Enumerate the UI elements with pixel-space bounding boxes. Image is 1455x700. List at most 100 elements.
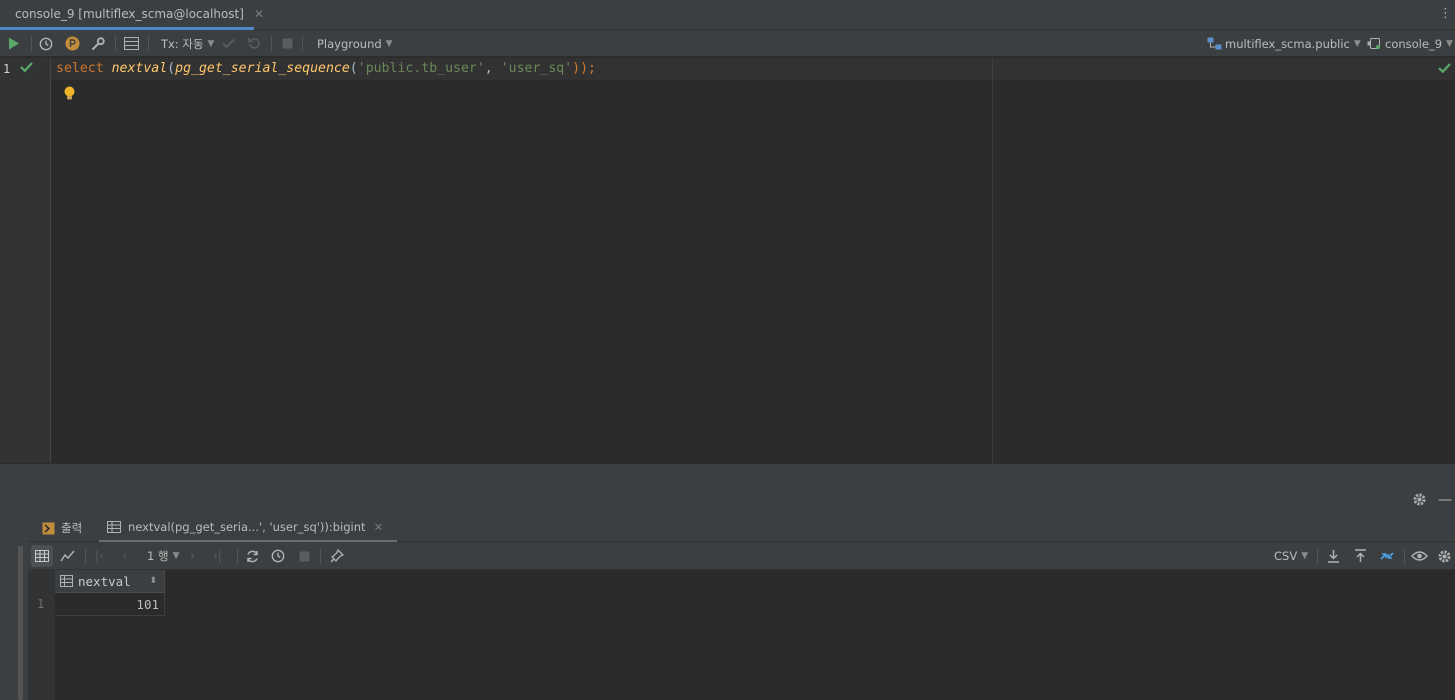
run-icon [9, 37, 19, 50]
compare-icon [1380, 552, 1394, 560]
prev-page-icon[interactable]: ‹ [122, 542, 127, 570]
query-history-button[interactable] [271, 542, 286, 570]
toolbar-divider [115, 36, 116, 51]
playground-label: Playground [317, 36, 382, 51]
run-button[interactable] [8, 30, 20, 57]
explain-plan-button[interactable] [65, 30, 80, 57]
schema-label: multiflex_scma.public [1225, 36, 1350, 51]
next-page-icon[interactable]: › [190, 542, 195, 570]
table-cell[interactable]: 101 [55, 593, 165, 616]
stop-button[interactable] [282, 30, 293, 57]
last-page-icon[interactable]: ›| [213, 542, 222, 570]
commit-check-icon [222, 38, 235, 49]
code-close: )); [572, 61, 596, 76]
more-vertical-icon[interactable]: ⋮ [1439, 6, 1452, 21]
row-count-dropdown[interactable]: 1 행 ▼ [147, 542, 179, 570]
history-button[interactable] [39, 30, 53, 57]
refresh-icon [247, 550, 258, 562]
output-tab[interactable]: 출력 [42, 514, 82, 542]
row-number: 1 [37, 597, 45, 611]
column-header-label: nextval [78, 573, 131, 589]
minimize-icon[interactable]: — [1438, 492, 1452, 508]
import-button[interactable] [1354, 542, 1367, 570]
cancel-query-button[interactable] [299, 542, 310, 570]
gear-icon[interactable] [1412, 492, 1427, 507]
compare-button[interactable] [1379, 542, 1395, 570]
close-icon[interactable]: ✕ [374, 520, 384, 534]
pin-icon [330, 549, 344, 563]
toolbar-divider [237, 549, 238, 564]
wrench-icon [92, 36, 105, 50]
console-tab[interactable]: console_9 [multiflex_scma@localhost] ✕ [0, 0, 264, 30]
right-margin-guide [992, 58, 993, 464]
download-icon [1328, 550, 1339, 563]
toolbar-divider [31, 36, 32, 51]
export-button[interactable] [1327, 542, 1340, 570]
history-icon [39, 37, 53, 50]
playground-dropdown[interactable]: Playground ▼ [317, 30, 393, 57]
current-line-highlight [993, 58, 1455, 80]
sql-keyword: select [56, 61, 104, 76]
chevron-down-icon: ▼ [1446, 38, 1453, 49]
rollback-icon [248, 38, 260, 49]
export-format-dropdown[interactable]: CSV ▼ [1274, 542, 1308, 570]
chevron-down-icon: ▼ [385, 38, 393, 49]
close-icon[interactable]: ✕ [254, 7, 264, 21]
result-tab[interactable]: nextval(pg_get_seria...', 'user_sq')):bi… [99, 514, 398, 542]
upload-icon [1355, 549, 1366, 562]
grid-settings-button[interactable] [1437, 542, 1452, 570]
view-options-button[interactable] [1411, 542, 1428, 570]
toolbar-divider [302, 36, 303, 51]
output-icon [42, 522, 55, 534]
chevron-down-icon: ▼ [1301, 551, 1309, 561]
code-comma: , [484, 61, 501, 76]
export-format-label: CSV [1274, 549, 1298, 563]
stop-icon [282, 38, 293, 49]
sql-editor[interactable] [0, 58, 1455, 464]
check-icon [1438, 63, 1451, 74]
schema-selector[interactable]: multiflex_scma.public ▼ [1207, 30, 1361, 57]
result-tab-label: nextval(pg_get_seria...', 'user_sq')):bi… [128, 520, 366, 534]
sql-code-line[interactable]: select nextval(pg_get_serial_sequence('p… [56, 61, 596, 76]
result-grid[interactable] [28, 570, 1455, 700]
sql-string: 'public.tb_user' [357, 61, 485, 76]
toolbar-divider [1404, 549, 1405, 564]
table-view-button[interactable] [31, 545, 53, 567]
rollback-button[interactable] [248, 30, 261, 57]
code-paren: ( [349, 61, 358, 76]
eye-icon [1411, 551, 1428, 561]
column-header[interactable]: nextval ⬍ [55, 570, 165, 593]
bulb-icon[interactable] [63, 86, 76, 101]
settings-button[interactable] [91, 30, 105, 57]
pin-tab-button[interactable] [330, 542, 344, 570]
code-paren: ( [167, 61, 176, 76]
transaction-mode-dropdown[interactable]: Tx: 자동 ▼ [161, 30, 214, 57]
session-icon [1367, 38, 1380, 49]
refresh-button[interactable] [246, 542, 259, 570]
chart-view-button[interactable] [60, 542, 75, 570]
grid-toolbar [28, 542, 1455, 570]
table-icon [107, 521, 121, 533]
panel-splitter[interactable] [0, 463, 1455, 486]
first-page-icon[interactable]: |‹ [95, 542, 104, 570]
schema-icon [1207, 37, 1222, 50]
services-panel-header [0, 486, 1455, 514]
services-tree-scrollbar[interactable] [18, 546, 23, 700]
result-view-button[interactable] [124, 30, 139, 57]
p-icon [65, 36, 80, 51]
check-icon [20, 62, 33, 73]
toolbar-divider [320, 549, 321, 564]
sql-function: nextval [111, 61, 168, 76]
transaction-mode-label: Tx: 자동 [161, 36, 204, 51]
chevron-down-icon: ▼ [207, 38, 215, 49]
toolbar-divider [85, 549, 86, 564]
sql-function: pg_get_serial_sequence [175, 61, 350, 76]
commit-button[interactable] [222, 30, 235, 57]
line-number: 1 [3, 62, 11, 76]
chart-icon [60, 550, 75, 562]
chevron-down-icon: ▼ [1353, 38, 1361, 49]
sort-icon[interactable]: ⬍ [149, 576, 157, 586]
stop-icon [299, 551, 310, 561]
session-selector[interactable]: console_9 ▼ [1367, 30, 1453, 57]
